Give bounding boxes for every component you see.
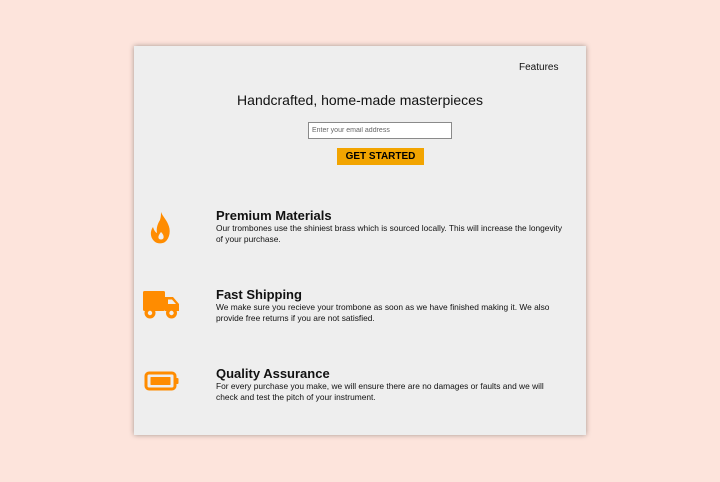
battery-icon: [144, 371, 179, 391]
feature-quality-assurance: Quality Assurance For every purchase you…: [134, 366, 586, 414]
feature-premium-materials: Premium Materials Our trombones use the …: [134, 208, 586, 256]
page-window: Features Handcrafted, home-made masterpi…: [134, 46, 586, 435]
feature-description: For every purchase you make, we will ens…: [216, 381, 544, 402]
email-input[interactable]: [308, 122, 452, 139]
truck-icon: [143, 291, 179, 319]
feature-title: Premium Materials: [216, 208, 332, 223]
nav-link-features[interactable]: Features: [519, 62, 558, 73]
hero-title: Handcrafted, home-made masterpieces: [237, 92, 483, 108]
feature-title: Fast Shipping: [216, 287, 302, 302]
get-started-button[interactable]: GET STARTED: [337, 148, 424, 165]
feature-fast-shipping: Fast Shipping We make sure you recieve y…: [134, 287, 586, 335]
flame-icon: [150, 212, 170, 244]
feature-description: Our trombones use the shiniest brass whi…: [216, 223, 563, 244]
feature-description: We make sure you recieve your trombone a…: [216, 302, 550, 323]
feature-title: Quality Assurance: [216, 366, 330, 381]
